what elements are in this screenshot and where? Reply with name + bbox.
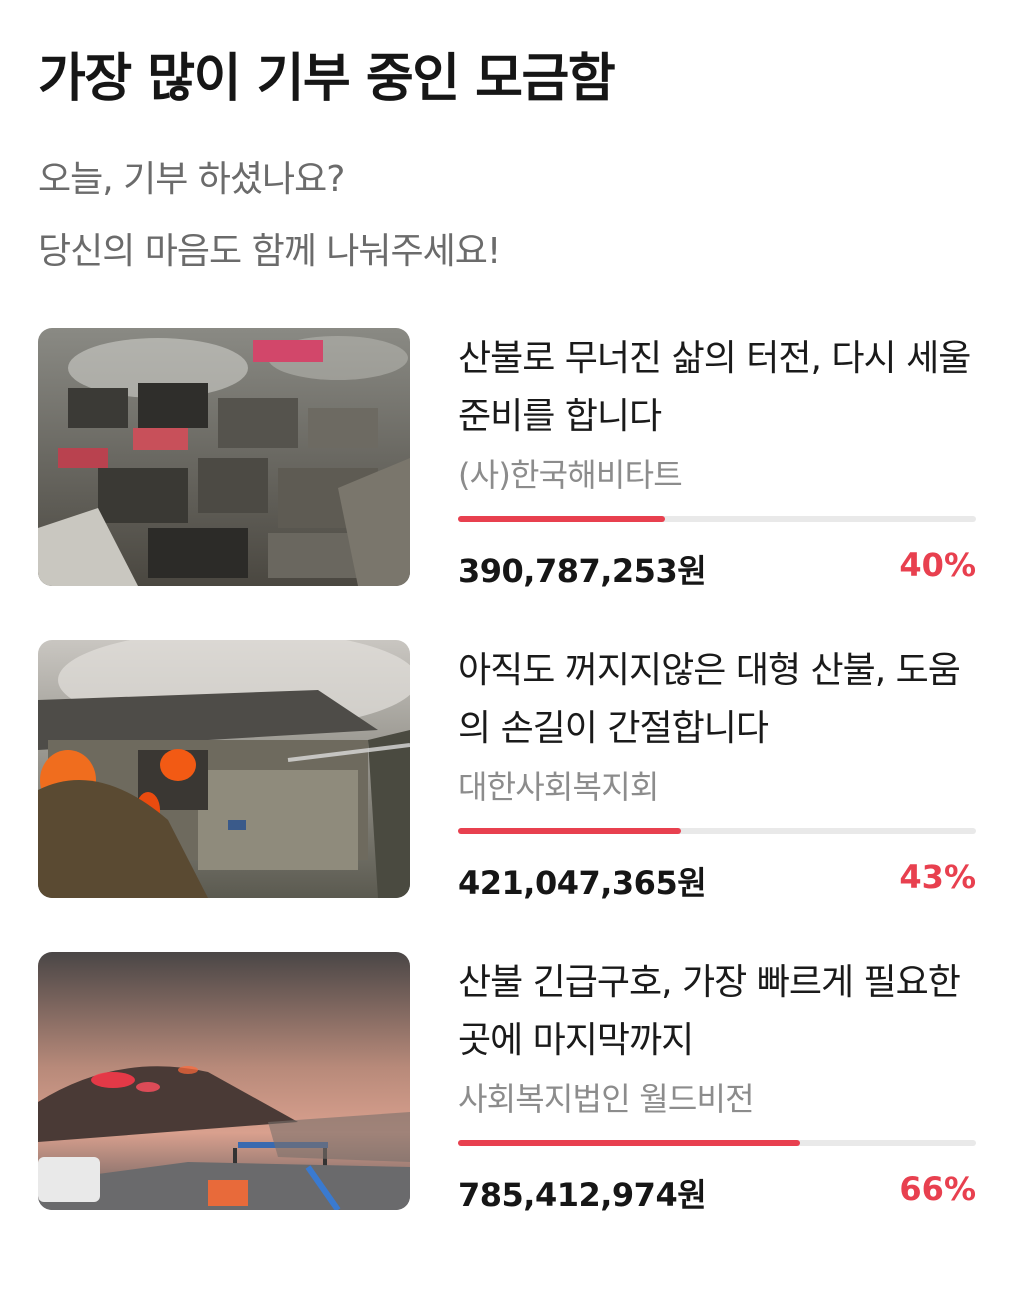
campaign-card[interactable]: 산불로 무너진 삶의 터전, 다시 세울 준비를 합니다 (사)한국해비타트 3… — [38, 328, 978, 590]
campaign-organization: 사회복지법인 월드비전 — [458, 1080, 755, 1118]
campaign-title[interactable]: 아직도 꺼지지않은 대형 산불, 도움의 손길이 간절합니다 — [458, 642, 978, 758]
campaign-organization: 대한사회복지회 — [458, 768, 659, 806]
subtitle-line-1: 오늘, 기부 하셨나요? — [38, 159, 345, 200]
campaign-title[interactable]: 산불로 무너진 삶의 터전, 다시 세울 준비를 합니다 — [458, 330, 978, 446]
progress-bar-fill — [458, 828, 681, 834]
burning-house-photo — [38, 640, 410, 898]
campaign-thumbnail[interactable] — [38, 952, 410, 1210]
campaign-card[interactable]: 산불 긴급구호, 가장 빠르게 필요한 곳에 마지막까지 사회복지법인 월드비전… — [38, 952, 978, 1214]
progress-bar — [458, 828, 976, 834]
progress-bar — [458, 1140, 976, 1146]
campaign-percent: 40% — [899, 546, 976, 584]
campaign-amount: 390,787,253원 — [458, 552, 707, 590]
campaign-percent: 43% — [899, 858, 976, 896]
campaign-thumbnail[interactable] — [38, 640, 410, 898]
campaign-amount: 421,047,365원 — [458, 864, 707, 902]
campaign-thumbnail[interactable] — [38, 328, 410, 586]
subtitle-line-2: 당신의 마음도 함께 나눠주세요! — [38, 231, 501, 272]
progress-bar-fill — [458, 1140, 800, 1146]
campaign-card[interactable]: 아직도 꺼지지않은 대형 산불, 도움의 손길이 간절합니다 대한사회복지회 4… — [38, 640, 978, 902]
burned-village-photo — [38, 328, 410, 586]
progress-bar-fill — [458, 516, 666, 522]
wildfire-highway-photo — [38, 952, 410, 1210]
campaign-title[interactable]: 산불 긴급구호, 가장 빠르게 필요한 곳에 마지막까지 — [458, 954, 978, 1070]
campaign-amount: 785,412,974원 — [458, 1176, 707, 1214]
page-title: 가장 많이 기부 중인 모금함 — [38, 49, 616, 109]
campaign-organization: (사)한국해비타트 — [458, 456, 683, 494]
progress-bar — [458, 516, 976, 522]
campaign-percent: 66% — [899, 1170, 976, 1208]
